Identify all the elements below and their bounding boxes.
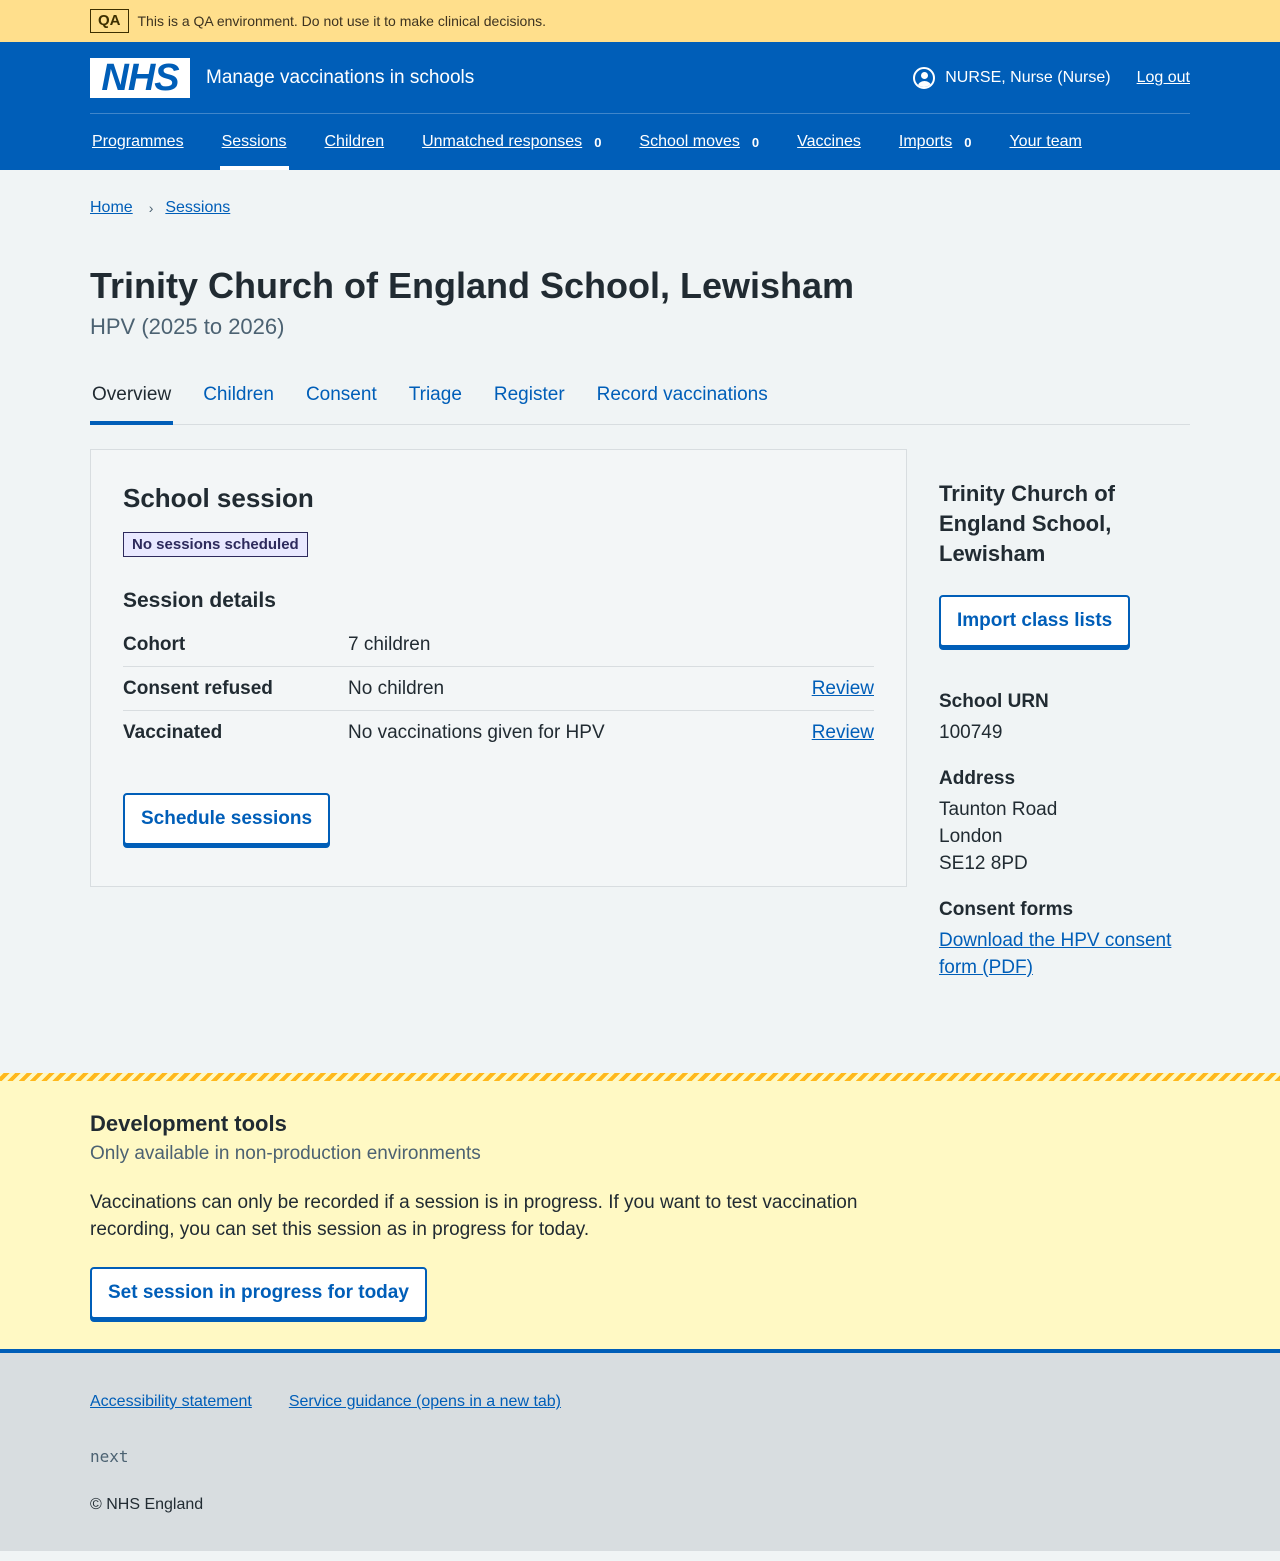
breadcrumb-home[interactable]: Home — [90, 199, 133, 217]
site-header: NHS Manage vaccinations in schools NURSE… — [0, 42, 1280, 170]
secondary-tabs: Overview Children Consent Triage Registe… — [90, 376, 1190, 425]
download-consent-form-link[interactable]: Download the HPV consent form (PDF) — [939, 930, 1171, 978]
service-guidance-link[interactable]: Service guidance (opens in a new tab) — [289, 1393, 561, 1411]
address-line: SE12 8PD — [939, 853, 1028, 874]
copyright: © NHS England — [90, 1496, 204, 1513]
devtools-description: Vaccinations can only be recorded if a s… — [90, 1192, 858, 1240]
development-tools: Development tools Only available in non-… — [0, 1073, 1280, 1353]
session-details-heading: Session details — [123, 589, 276, 612]
summary-key: Consent refused — [123, 677, 273, 699]
nav-item-vaccines[interactable]: Vaccines — [795, 114, 863, 170]
school-urn-value: 100749 — [939, 722, 1003, 743]
brand[interactable]: NHS Manage vaccinations in schools — [90, 57, 474, 98]
account: NURSE, Nurse (Nurse) Log out — [913, 66, 1190, 89]
main-content: School session No sessions scheduled Ses… — [0, 449, 1280, 981]
nav-link-sessions[interactable]: Sessions — [222, 133, 287, 151]
devtools-title: Development tools — [90, 1111, 287, 1136]
tab-register[interactable]: Register — [492, 376, 567, 424]
nav-item-your-team[interactable]: Your team — [1007, 114, 1083, 170]
nav-link-programmes[interactable]: Programmes — [92, 133, 184, 151]
nav-link-unmatched-responses[interactable]: Unmatched responses — [422, 133, 582, 151]
summary-value: No children — [348, 677, 445, 699]
card-title: School session — [123, 483, 314, 513]
devtools-subtitle: Only available in non-production environ… — [90, 1143, 481, 1164]
qa-tag: QA — [90, 9, 129, 33]
summary-row-consent-refused: Consent refused No children Review — [123, 667, 874, 711]
unmatched-count: 0 — [594, 134, 602, 150]
nav-link-children[interactable]: Children — [325, 133, 385, 151]
school-name: Trinity Church of England School, Lewish… — [939, 481, 1115, 566]
summary-value: No vaccinations given for HPV — [348, 722, 605, 743]
summary-key: Vaccinated — [123, 722, 223, 743]
qa-banner: QA This is a QA environment. Do not use … — [0, 0, 1280, 42]
school-moves-count: 0 — [751, 134, 760, 150]
nav-item-unmatched-responses[interactable]: Unmatched responses 0 — [420, 114, 603, 170]
school-urn-label: School URN — [939, 691, 1049, 712]
schedule-sessions-button[interactable]: Schedule sessions — [123, 793, 331, 845]
school-sidebar: Trinity Church of England School, Lewish… — [939, 449, 1189, 981]
tab-record-vaccinations[interactable]: Record vaccinations — [595, 376, 770, 424]
breadcrumb-sessions[interactable]: Sessions — [165, 199, 230, 217]
nhs-logo[interactable]: NHS — [90, 57, 190, 98]
user-icon — [913, 66, 936, 89]
consent-forms-label: Consent forms — [939, 899, 1074, 920]
tab-consent[interactable]: Consent — [304, 376, 379, 424]
nav-item-programmes[interactable]: Programmes — [90, 114, 186, 170]
app-version: next — [90, 1447, 129, 1466]
tab-overview[interactable]: Overview — [90, 376, 174, 425]
qa-banner-text: This is a QA environment. Do not use it … — [137, 13, 547, 29]
tab-triage[interactable]: Triage — [407, 376, 464, 424]
summary-value: 7 children — [348, 633, 431, 655]
nav-link-your-team[interactable]: Your team — [1009, 133, 1081, 151]
nav-item-imports[interactable]: Imports 0 — [897, 114, 974, 170]
session-summary-list: Cohort 7 children Consent refused No chi… — [123, 623, 874, 755]
nav-link-vaccines[interactable]: Vaccines — [797, 133, 861, 151]
summary-row-vaccinated: Vaccinated No vaccinations given for HPV… — [123, 711, 874, 755]
set-session-in-progress-button[interactable]: Set session in progress for today — [90, 1267, 427, 1319]
nav-item-children[interactable]: Children — [323, 114, 387, 170]
user-name: NURSE, Nurse (Nurse) — [945, 68, 1111, 86]
nav-item-school-moves[interactable]: School moves 0 — [637, 114, 761, 170]
summary-key: Cohort — [123, 633, 186, 655]
tab-children[interactable]: Children — [201, 376, 276, 424]
page-title: Trinity Church of England School, Lewish… — [90, 265, 855, 306]
site-footer: Accessibility statement Service guidance… — [0, 1353, 1280, 1551]
nav-link-imports[interactable]: Imports — [899, 133, 952, 151]
import-class-lists-button[interactable]: Import class lists — [939, 595, 1131, 647]
footer-links: Accessibility statement Service guidance… — [90, 1393, 1190, 1411]
page-caption: HPV (2025 to 2026) — [90, 314, 285, 339]
logout-link[interactable]: Log out — [1137, 69, 1190, 87]
chevron-right-icon: › — [148, 200, 154, 216]
address-label: Address — [939, 768, 1016, 789]
service-name[interactable]: Manage vaccinations in schools — [206, 67, 474, 89]
address-line: London — [939, 826, 1003, 847]
review-vaccinated-link[interactable]: Review — [812, 722, 874, 743]
status-badge: No sessions scheduled — [123, 532, 308, 557]
breadcrumb: Home › Sessions — [0, 170, 1280, 220]
imports-count: 0 — [964, 134, 972, 150]
nav-link-school-moves[interactable]: School moves — [639, 133, 740, 151]
summary-row-cohort: Cohort 7 children — [123, 623, 874, 667]
address-line: Taunton Road — [939, 799, 1058, 820]
accessibility-statement-link[interactable]: Accessibility statement — [90, 1393, 252, 1411]
review-consent-refused-link[interactable]: Review — [812, 678, 874, 699]
address-value: Taunton Road London SE12 8PD — [939, 796, 1189, 877]
school-session-card: School session No sessions scheduled Ses… — [90, 449, 907, 887]
nav-item-sessions[interactable]: Sessions — [219, 114, 289, 170]
primary-nav: Programmes Sessions Children Unmatched r… — [0, 114, 1280, 170]
